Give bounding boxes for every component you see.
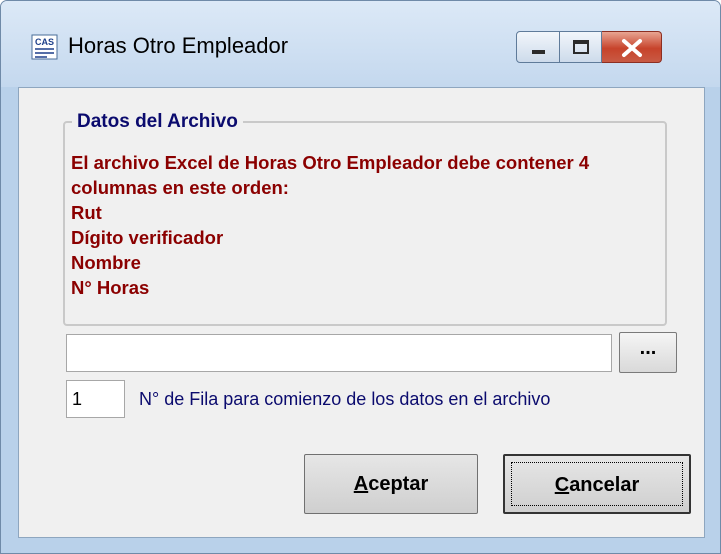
file-path-input[interactable] <box>66 334 612 372</box>
column-item-digito: Dígito verificador <box>71 227 224 248</box>
instructions-text: El archivo Excel de Horas Otro Empleador… <box>71 150 589 300</box>
close-button[interactable] <box>602 31 662 63</box>
title-bar[interactable]: CAS Horas Otro Empleador <box>1 1 720 87</box>
window-title: Horas Otro Empleador <box>68 33 289 58</box>
cancel-label-rest: ancelar <box>569 474 640 496</box>
column-item-rut: Rut <box>71 202 102 223</box>
accept-button[interactable]: Aceptar <box>304 454 478 514</box>
accept-mnemonic: A <box>353 473 369 495</box>
instruction-line: El archivo Excel de Horas Otro Empleador… <box>71 152 590 173</box>
cancel-button[interactable]: Cancelar <box>503 454 691 514</box>
minimize-button[interactable] <box>516 31 560 63</box>
minimize-icon <box>532 50 545 54</box>
dialog-client-area: Datos del Archivo El archivo Excel de Ho… <box>18 87 705 538</box>
close-icon <box>622 39 642 57</box>
dialog-window: CAS Horas Otro Empleador Datos del Archi… <box>0 0 721 554</box>
browse-button[interactable]: ... <box>619 332 677 373</box>
maximize-icon <box>573 40 589 54</box>
start-row-input[interactable] <box>66 380 125 418</box>
cancel-mnemonic: C <box>554 474 570 496</box>
svg-text:CAS: CAS <box>35 37 54 47</box>
column-item-nombre: Nombre <box>71 252 141 273</box>
instruction-line: columnas en este orden: <box>71 177 289 198</box>
accept-label: Aceptar <box>354 473 428 495</box>
start-row-label: N° de Fila para comienzo de los datos en… <box>139 389 551 409</box>
cancel-label: Cancelar <box>555 474 640 496</box>
column-item-horas: N° Horas <box>71 277 150 298</box>
maximize-button[interactable] <box>560 31 602 63</box>
groupbox-title: Datos del Archivo <box>72 110 243 134</box>
cas-app-icon: CAS <box>31 34 58 60</box>
accept-label-rest: ceptar <box>368 473 429 495</box>
